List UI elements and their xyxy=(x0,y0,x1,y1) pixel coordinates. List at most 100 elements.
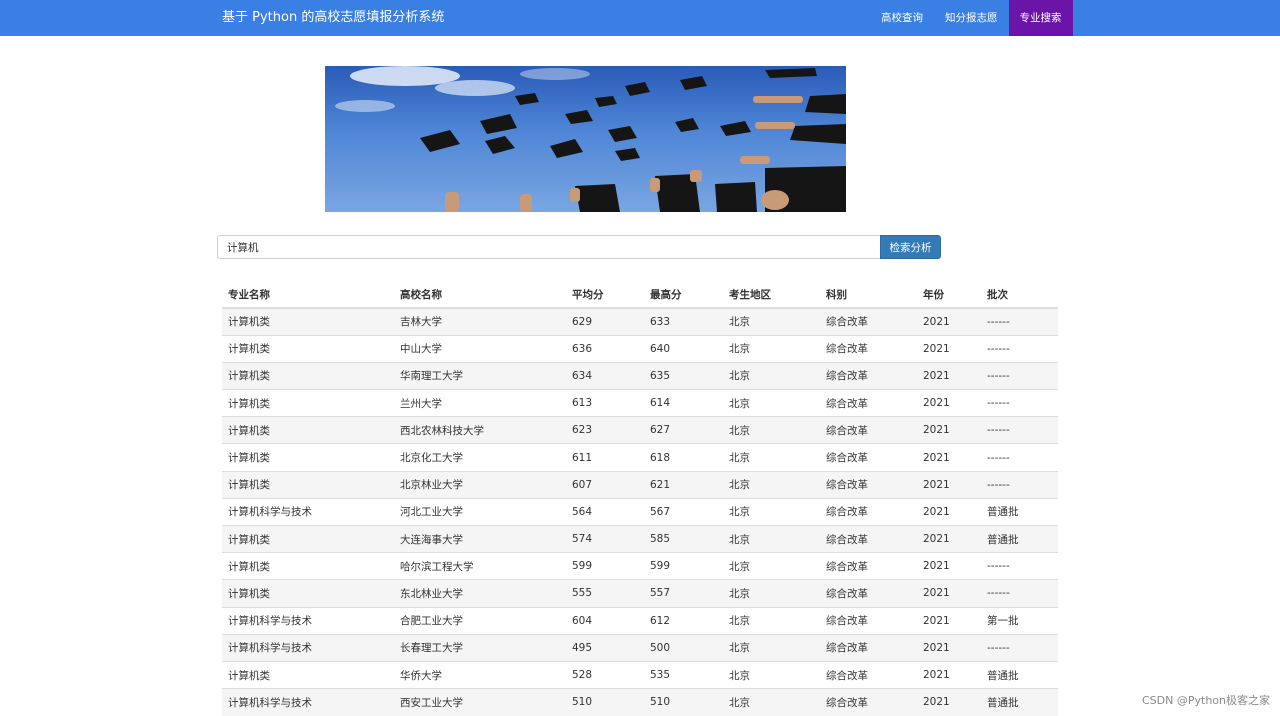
cell-major-name[interactable]: 计算机类 xyxy=(222,361,394,390)
cell-max-score: 612 xyxy=(644,606,723,635)
table-row: 计算机类 东北林业大学 555 557 北京 综合改革 2021 ------ xyxy=(222,579,1058,608)
table-row: 计算机类 兰州大学 613 614 北京 综合改革 2021 ------ xyxy=(222,389,1058,417)
cell-region: 北京 xyxy=(723,633,820,662)
cell-batch: ------ xyxy=(981,416,1058,444)
cell-major-name[interactable]: 计算机类 xyxy=(222,307,394,336)
cell-major-name[interactable]: 计算机类 xyxy=(222,552,394,580)
col-header-year: 年份 xyxy=(917,282,981,309)
cell-max-score: 618 xyxy=(644,443,723,472)
cell-year: 2021 xyxy=(917,361,981,390)
cell-major-name[interactable]: 计算机类 xyxy=(222,416,394,444)
cell-year: 2021 xyxy=(917,443,981,472)
cell-major-name[interactable]: 计算机类 xyxy=(222,579,394,608)
cell-avg-score[interactable]: 623 xyxy=(566,416,644,444)
banner-image xyxy=(325,66,846,212)
cell-university-name[interactable]: 哈尔滨工程大学 xyxy=(394,552,566,580)
cell-avg-score[interactable]: 555 xyxy=(566,579,644,608)
cell-batch: ------ xyxy=(981,307,1058,336)
cell-major-name[interactable]: 计算机科学与技术 xyxy=(222,497,394,526)
cell-avg-score[interactable]: 604 xyxy=(566,606,644,635)
cell-university-name[interactable]: 河北工业大学 xyxy=(394,497,566,526)
cell-university-name[interactable]: 华侨大学 xyxy=(394,660,566,689)
table-row: 计算机类 哈尔滨工程大学 599 599 北京 综合改革 2021 ------ xyxy=(222,552,1058,580)
cell-avg-score[interactable]: 528 xyxy=(566,660,644,689)
cell-category: 综合改革 xyxy=(820,416,917,444)
cell-university-name[interactable]: 兰州大学 xyxy=(394,389,566,417)
cell-university-name[interactable]: 北京化工大学 xyxy=(394,443,566,472)
cell-avg-score[interactable]: 607 xyxy=(566,470,644,499)
cell-avg-score[interactable]: 613 xyxy=(566,389,644,417)
cell-major-name[interactable]: 计算机科学与技术 xyxy=(222,606,394,635)
cell-university-name[interactable]: 中山大学 xyxy=(394,334,566,363)
cell-year: 2021 xyxy=(917,497,981,526)
cell-avg-score[interactable]: 634 xyxy=(566,361,644,390)
cell-batch: ------ xyxy=(981,361,1058,390)
nav-item-university-search[interactable]: 高校查询 xyxy=(870,0,934,36)
cell-category: 综合改革 xyxy=(820,443,917,472)
cell-university-name[interactable]: 长春理工大学 xyxy=(394,633,566,662)
cell-avg-score[interactable]: 636 xyxy=(566,334,644,363)
cell-avg-score[interactable]: 599 xyxy=(566,552,644,580)
cell-region: 北京 xyxy=(723,334,820,363)
cell-max-score: 621 xyxy=(644,470,723,499)
cell-region: 北京 xyxy=(723,361,820,390)
cell-batch: 第一批 xyxy=(981,606,1058,635)
cell-year: 2021 xyxy=(917,688,981,716)
cell-year: 2021 xyxy=(917,579,981,608)
cell-avg-score[interactable]: 510 xyxy=(566,688,644,716)
search-analyze-button[interactable]: 检索分析 xyxy=(880,235,941,259)
cell-year: 2021 xyxy=(917,552,981,580)
col-header-avg-score: 平均分 xyxy=(566,282,644,309)
cell-avg-score[interactable]: 574 xyxy=(566,524,644,553)
cell-region: 北京 xyxy=(723,470,820,499)
cell-batch: ------ xyxy=(981,389,1058,417)
cell-max-score: 640 xyxy=(644,334,723,363)
cell-category: 综合改革 xyxy=(820,552,917,580)
cell-max-score: 510 xyxy=(644,688,723,716)
cell-category: 综合改革 xyxy=(820,334,917,363)
brand-title[interactable]: 基于 Python 的高校志愿填报分析系统 xyxy=(222,0,444,36)
cell-region: 北京 xyxy=(723,606,820,635)
cell-university-name[interactable]: 大连海事大学 xyxy=(394,524,566,553)
cell-batch: 普通批 xyxy=(981,497,1058,526)
col-header-max-score: 最高分 xyxy=(644,282,723,309)
table-row: 计算机类 华南理工大学 634 635 北京 综合改革 2021 ------ xyxy=(222,361,1058,390)
cell-major-name[interactable]: 计算机类 xyxy=(222,389,394,417)
cell-batch: 普通批 xyxy=(981,524,1058,553)
cell-max-score: 614 xyxy=(644,389,723,417)
cell-university-name[interactable]: 合肥工业大学 xyxy=(394,606,566,635)
cell-max-score: 633 xyxy=(644,307,723,336)
cell-major-name[interactable]: 计算机类 xyxy=(222,660,394,689)
nav-item-score-application[interactable]: 知分报志愿 xyxy=(934,0,1009,36)
csdn-watermark: CSDN @Python极客之家 xyxy=(1142,694,1270,707)
cell-major-name[interactable]: 计算机类 xyxy=(222,524,394,553)
cell-avg-score[interactable]: 495 xyxy=(566,633,644,662)
cell-major-name[interactable]: 计算机科学与技术 xyxy=(222,633,394,662)
cell-avg-score[interactable]: 564 xyxy=(566,497,644,526)
cell-max-score: 567 xyxy=(644,497,723,526)
major-search-input[interactable] xyxy=(217,235,881,259)
cell-region: 北京 xyxy=(723,497,820,526)
cell-university-name[interactable]: 北京林业大学 xyxy=(394,470,566,499)
cell-year: 2021 xyxy=(917,416,981,444)
cell-max-score: 535 xyxy=(644,660,723,689)
cell-avg-score[interactable]: 629 xyxy=(566,307,644,336)
cell-major-name[interactable]: 计算机类 xyxy=(222,470,394,499)
cell-year: 2021 xyxy=(917,389,981,417)
cell-major-name[interactable]: 计算机类 xyxy=(222,334,394,363)
cell-university-name[interactable]: 西安工业大学 xyxy=(394,688,566,716)
cell-university-name[interactable]: 东北林业大学 xyxy=(394,579,566,608)
cell-university-name[interactable]: 西北农林科技大学 xyxy=(394,416,566,444)
cell-avg-score[interactable]: 611 xyxy=(566,443,644,472)
cell-university-name[interactable]: 华南理工大学 xyxy=(394,361,566,390)
cell-category: 综合改革 xyxy=(820,606,917,635)
nav-item-major-search[interactable]: 专业搜索 xyxy=(1008,0,1073,36)
cell-university-name[interactable]: 吉林大学 xyxy=(394,307,566,336)
cell-major-name[interactable]: 计算机类 xyxy=(222,443,394,472)
cell-category: 综合改革 xyxy=(820,497,917,526)
cell-major-name[interactable]: 计算机科学与技术 xyxy=(222,688,394,716)
cell-batch: ------ xyxy=(981,633,1058,662)
cell-region: 北京 xyxy=(723,389,820,417)
cell-category: 综合改革 xyxy=(820,660,917,689)
table-row: 计算机类 北京化工大学 611 618 北京 综合改革 2021 ------ xyxy=(222,443,1058,472)
